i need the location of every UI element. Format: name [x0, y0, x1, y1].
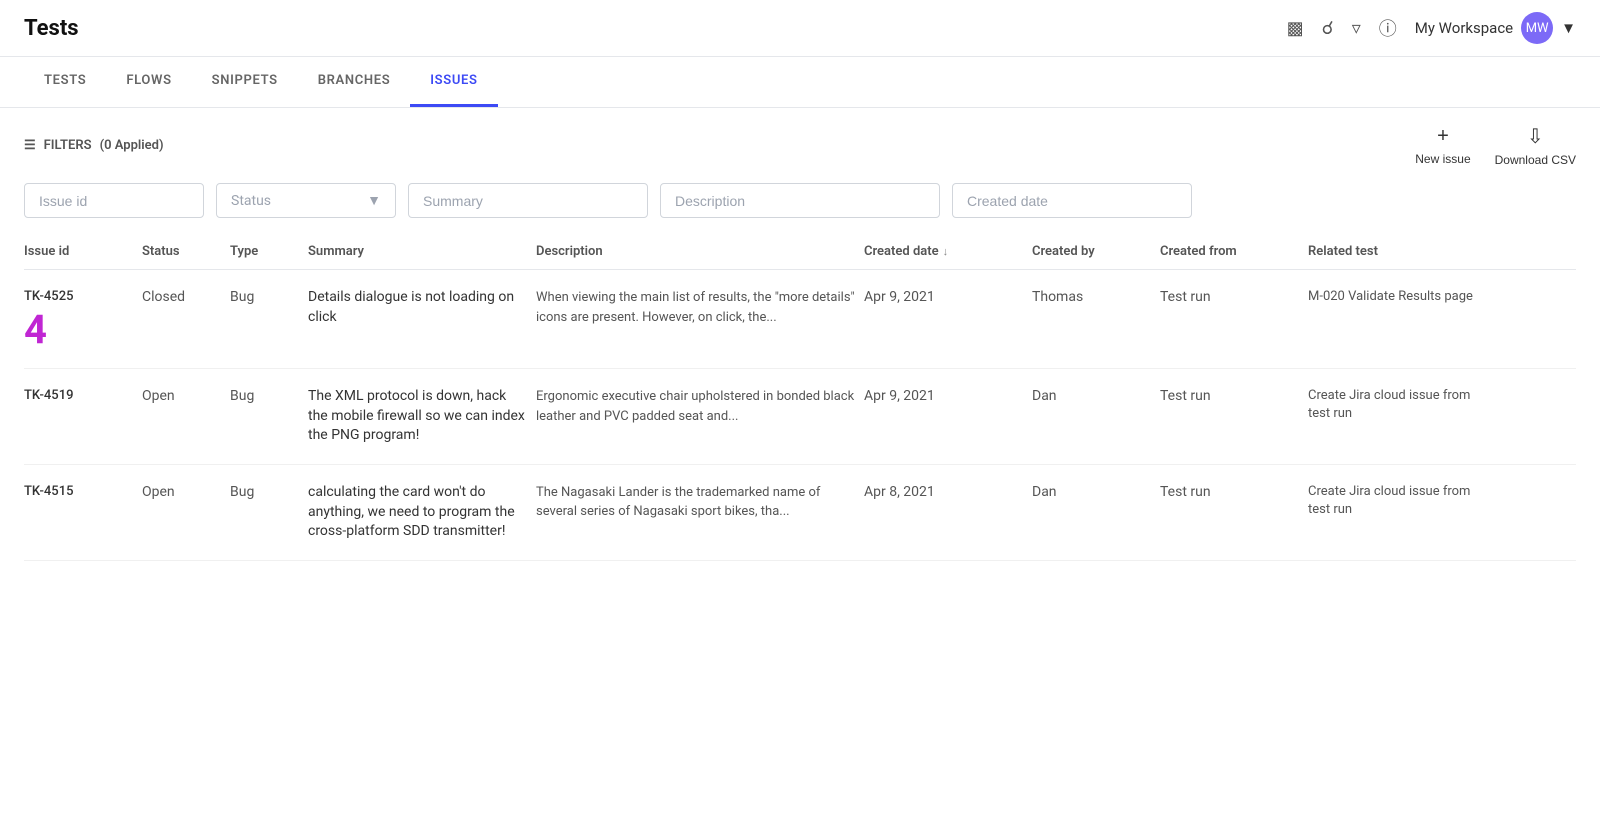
cell-summary-1: The XML protocol is down, hack the mobil…: [308, 387, 528, 446]
plus-icon: +: [1437, 125, 1449, 148]
tab-issues[interactable]: ISSUES: [410, 57, 497, 107]
cell-related-1: Create Jira cloud issue from test run: [1308, 387, 1488, 423]
avatar: MW: [1521, 12, 1553, 44]
cell-date-1: Apr 9, 2021: [864, 387, 1024, 407]
cell-date-0: Apr 9, 2021: [864, 288, 1024, 308]
issues-table: Issue id Status Type Summary Description…: [0, 234, 1600, 561]
cell-desc-1: Ergonomic executive chair upholstered in…: [536, 387, 856, 426]
col-summary: Summary: [308, 244, 528, 259]
cell-related-2: Create Jira cloud issue from test run: [1308, 483, 1488, 519]
cell-desc-0: When viewing the main list of results, t…: [536, 288, 856, 327]
cell-type-0: Bug: [230, 288, 300, 308]
filters-label-text: FILTERS: [44, 138, 92, 153]
tab-tests[interactable]: TESTS: [24, 57, 106, 107]
filter-lines-icon: ☰: [24, 138, 36, 153]
tab-snippets[interactable]: SNIPPETS: [192, 57, 298, 107]
created-date-filter[interactable]: [952, 183, 1192, 218]
download-csv-button[interactable]: ⇩ Download CSV: [1495, 124, 1576, 167]
cell-summary-0: Details dialogue is not loading on click: [308, 288, 528, 327]
status-filter[interactable]: Status ▼: [216, 183, 396, 218]
summary-filter[interactable]: [408, 183, 648, 218]
cell-desc-2: The Nagasaki Lander is the trademarked n…: [536, 483, 856, 522]
col-issue-id: Issue id: [24, 244, 134, 259]
cell-status-2: Open: [142, 483, 222, 503]
download-csv-label: Download CSV: [1495, 153, 1576, 167]
new-issue-label: New issue: [1415, 152, 1470, 166]
cell-summary-2: calculating the card won't do anything, …: [308, 483, 528, 542]
workspace[interactable]: My Workspace MW ▼: [1415, 12, 1576, 44]
col-description: Description: [536, 244, 856, 259]
workspace-label: My Workspace: [1415, 19, 1513, 37]
description-filter[interactable]: [660, 183, 940, 218]
status-dropdown-icon: ▼: [367, 192, 381, 209]
nav-tabs: TESTS FLOWS SNIPPETS BRANCHES ISSUES: [0, 57, 1600, 108]
cell-status-1: Open: [142, 387, 222, 407]
col-created-from: Created from: [1160, 244, 1300, 259]
cell-issue-id-1: TK-4519: [24, 387, 134, 405]
cell-date-2: Apr 8, 2021: [864, 483, 1024, 503]
monitor-icon[interactable]: ▩: [1287, 18, 1304, 39]
filters-row: Status ▼: [0, 183, 1600, 234]
cell-by-0: Thomas: [1032, 288, 1152, 308]
col-created-date[interactable]: Created date ↓: [864, 244, 1024, 259]
cell-by-2: Dan: [1032, 483, 1152, 503]
cell-status-0: Closed: [142, 288, 222, 308]
table-row[interactable]: TK-4515 Open Bug calculating the card wo…: [24, 465, 1576, 561]
page-title: Tests: [24, 16, 79, 41]
header-right: ▩ ☌ ▿ ⓘ My Workspace MW ▼: [1287, 12, 1576, 44]
col-created-by: Created by: [1032, 244, 1152, 259]
tab-branches[interactable]: BRANCHES: [298, 57, 411, 107]
issue-id-filter[interactable]: [24, 183, 204, 218]
table-row[interactable]: TK-4519 Open Bug The XML protocol is dow…: [24, 369, 1576, 465]
toolbar-actions: + New issue ⇩ Download CSV: [1415, 124, 1576, 167]
cell-issue-id-0: TK-4525 4: [24, 288, 134, 350]
col-related-test: Related test: [1308, 244, 1488, 259]
cell-type-1: Bug: [230, 387, 300, 407]
chevron-down-icon: ▼: [1561, 19, 1576, 37]
cell-from-1: Test run: [1160, 387, 1300, 407]
header: Tests ▩ ☌ ▿ ⓘ My Workspace MW ▼: [0, 0, 1600, 57]
filters-applied-text: (0 Applied): [100, 138, 164, 153]
filter-icon[interactable]: ▿: [1352, 18, 1361, 39]
table-header: Issue id Status Type Summary Description…: [24, 234, 1576, 270]
new-issue-button[interactable]: + New issue: [1415, 125, 1470, 166]
cell-type-2: Bug: [230, 483, 300, 503]
toolbar: ☰ FILTERS (0 Applied) + New issue ⇩ Down…: [0, 108, 1600, 183]
help-icon[interactable]: ⓘ: [1379, 15, 1397, 41]
status-placeholder: Status: [231, 193, 271, 209]
sort-arrow-icon: ↓: [943, 245, 949, 258]
search-icon[interactable]: ☌: [1322, 18, 1334, 39]
col-status: Status: [142, 244, 222, 259]
col-type: Type: [230, 244, 300, 259]
cell-from-2: Test run: [1160, 483, 1300, 503]
tab-flows[interactable]: FLOWS: [106, 57, 191, 107]
cell-from-0: Test run: [1160, 288, 1300, 308]
cell-by-1: Dan: [1032, 387, 1152, 407]
filters-button[interactable]: ☰ FILTERS (0 Applied): [24, 138, 164, 153]
download-icon: ⇩: [1527, 124, 1544, 149]
cell-issue-id-2: TK-4515: [24, 483, 134, 501]
table-row[interactable]: TK-4525 4 Closed Bug Details dialogue is…: [24, 270, 1576, 369]
cell-related-0: M-020 Validate Results page: [1308, 288, 1488, 306]
